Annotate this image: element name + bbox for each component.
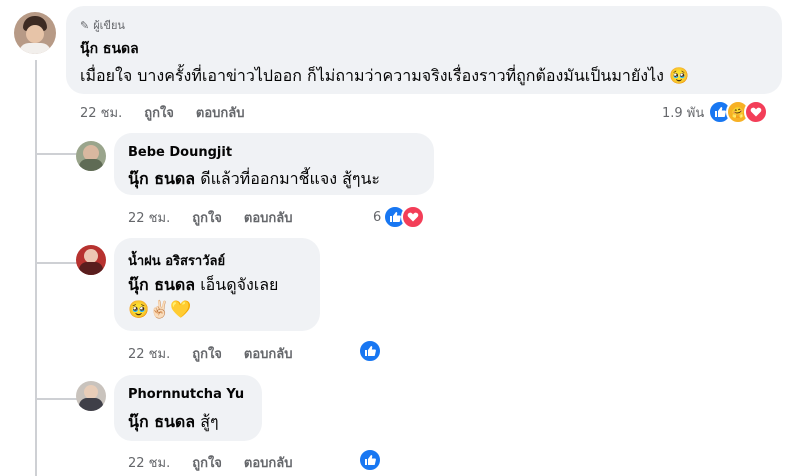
like-button[interactable]: ถูกใจ [192,452,222,473]
comment-time[interactable]: 22 ชม. [80,102,122,123]
reaction-summary[interactable] [358,448,382,472]
avatar[interactable] [14,12,56,54]
mention-link[interactable]: นุ๊ก ธนดล [128,169,195,188]
pencil-icon: ✎ [80,18,90,32]
avatar[interactable] [76,245,106,275]
mention-link[interactable]: นุ๊ก ธนดล [128,412,195,431]
reply-button[interactable]: ตอบกลับ [244,452,293,473]
reply-bubble: น้ำฝน อริสราวัลย์ นุ๊ก ธนดล เอ็นดูจังเลย… [114,238,320,331]
comment-actions: 22 ชม. ถูกใจ ตอบกลับ [80,102,245,123]
reply-time[interactable]: 22 ชม. [128,343,170,364]
reply-actions: 22 ชม. ถูกใจ ตอบกลับ [128,343,293,364]
reaction-summary[interactable]: 6 [373,205,426,229]
like-button[interactable]: ถูกใจ [192,343,222,364]
reply-time[interactable]: 22 ชม. [128,452,170,473]
reply-author[interactable]: Bebe Doungjit [128,145,232,160]
like-button[interactable]: ถูกใจ [144,102,174,123]
reply-actions: 22 ชม. ถูกใจ ตอบกลับ [128,452,293,473]
reaction-summary[interactable] [358,339,382,363]
mention-link[interactable]: นุ๊ก ธนดล [128,275,195,294]
reply-author[interactable]: น้ำฝน อริสราวัลย์ [128,250,225,271]
reply-button[interactable]: ตอบกลับ [244,207,293,228]
emoji-line: 🥹✌🏻💛 [128,300,192,320]
reply-text: นุ๊ก ธนดล ดีแล้วที่ออกมาชี้แจง สู้ๆนะ [128,169,380,188]
heart-icon [744,100,769,124]
reaction-count: 6 [373,209,382,225]
like-icon [358,448,382,472]
comment-text: เมื่อยใจ บางครั้งที่เอาข่าวไปออก ก็ไม่ถา… [80,66,689,85]
comment-author[interactable]: นุ๊ก ธนดล [80,38,139,60]
comment-bubble: ✎ ผู้เขียน นุ๊ก ธนดล เมื่อยใจ บางครั้งที… [66,6,782,94]
reply-button[interactable]: ตอบกลับ [244,343,293,364]
reply-time[interactable]: 22 ชม. [128,207,170,228]
reaction-count: 1.9 พัน [662,105,705,121]
author-badge: ✎ ผู้เขียน [80,18,125,33]
reply-author[interactable]: Phornnutcha Yu [128,387,244,402]
reply-text: นุ๊ก ธนดล สู้ๆ [128,412,219,431]
reply-bubble: Phornnutcha Yu นุ๊ก ธนดล สู้ๆ [114,375,262,441]
thread-line [35,60,37,476]
reply-button[interactable]: ตอบกลับ [196,102,245,123]
avatar[interactable] [76,381,106,411]
reply-actions: 22 ชม. ถูกใจ ตอบกลับ [128,207,293,228]
like-icon [358,339,382,363]
reaction-summary[interactable]: 1.9 พัน 🤗 [662,100,769,124]
like-button[interactable]: ถูกใจ [192,207,222,228]
reply-bubble: Bebe Doungjit นุ๊ก ธนดล ดีแล้วที่ออกมาชี… [114,133,434,195]
avatar[interactable] [76,141,106,171]
reply-text: นุ๊ก ธนดล เอ็นดูจังเลย [128,275,279,294]
heart-icon [401,205,426,229]
